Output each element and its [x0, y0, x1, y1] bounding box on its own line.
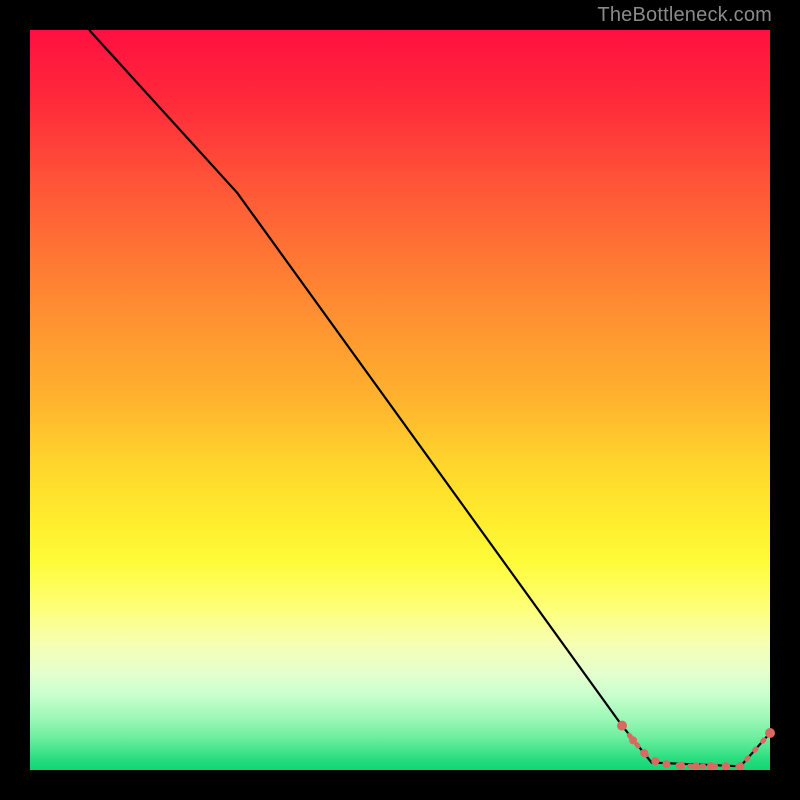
- marker-dot: [629, 736, 637, 744]
- chart-stage: TheBottleneck.com: [0, 0, 800, 800]
- marker-dot: [677, 762, 685, 770]
- watermark-text: TheBottleneck.com: [597, 4, 772, 27]
- marker-dot: [707, 762, 715, 770]
- plot-area: [30, 30, 770, 770]
- marker-dot: [765, 728, 775, 738]
- marker-group: [617, 721, 775, 771]
- marker-dot: [692, 762, 700, 770]
- marker-dot: [722, 762, 730, 770]
- marker-dot: [736, 762, 744, 770]
- marker-dot: [617, 721, 627, 731]
- marker-dot: [640, 749, 648, 757]
- marker-dot: [651, 757, 659, 765]
- marker-dot: [662, 760, 670, 768]
- curve-line: [89, 30, 770, 766]
- marker-dash: [622, 726, 770, 767]
- chart-svg: [30, 30, 770, 770]
